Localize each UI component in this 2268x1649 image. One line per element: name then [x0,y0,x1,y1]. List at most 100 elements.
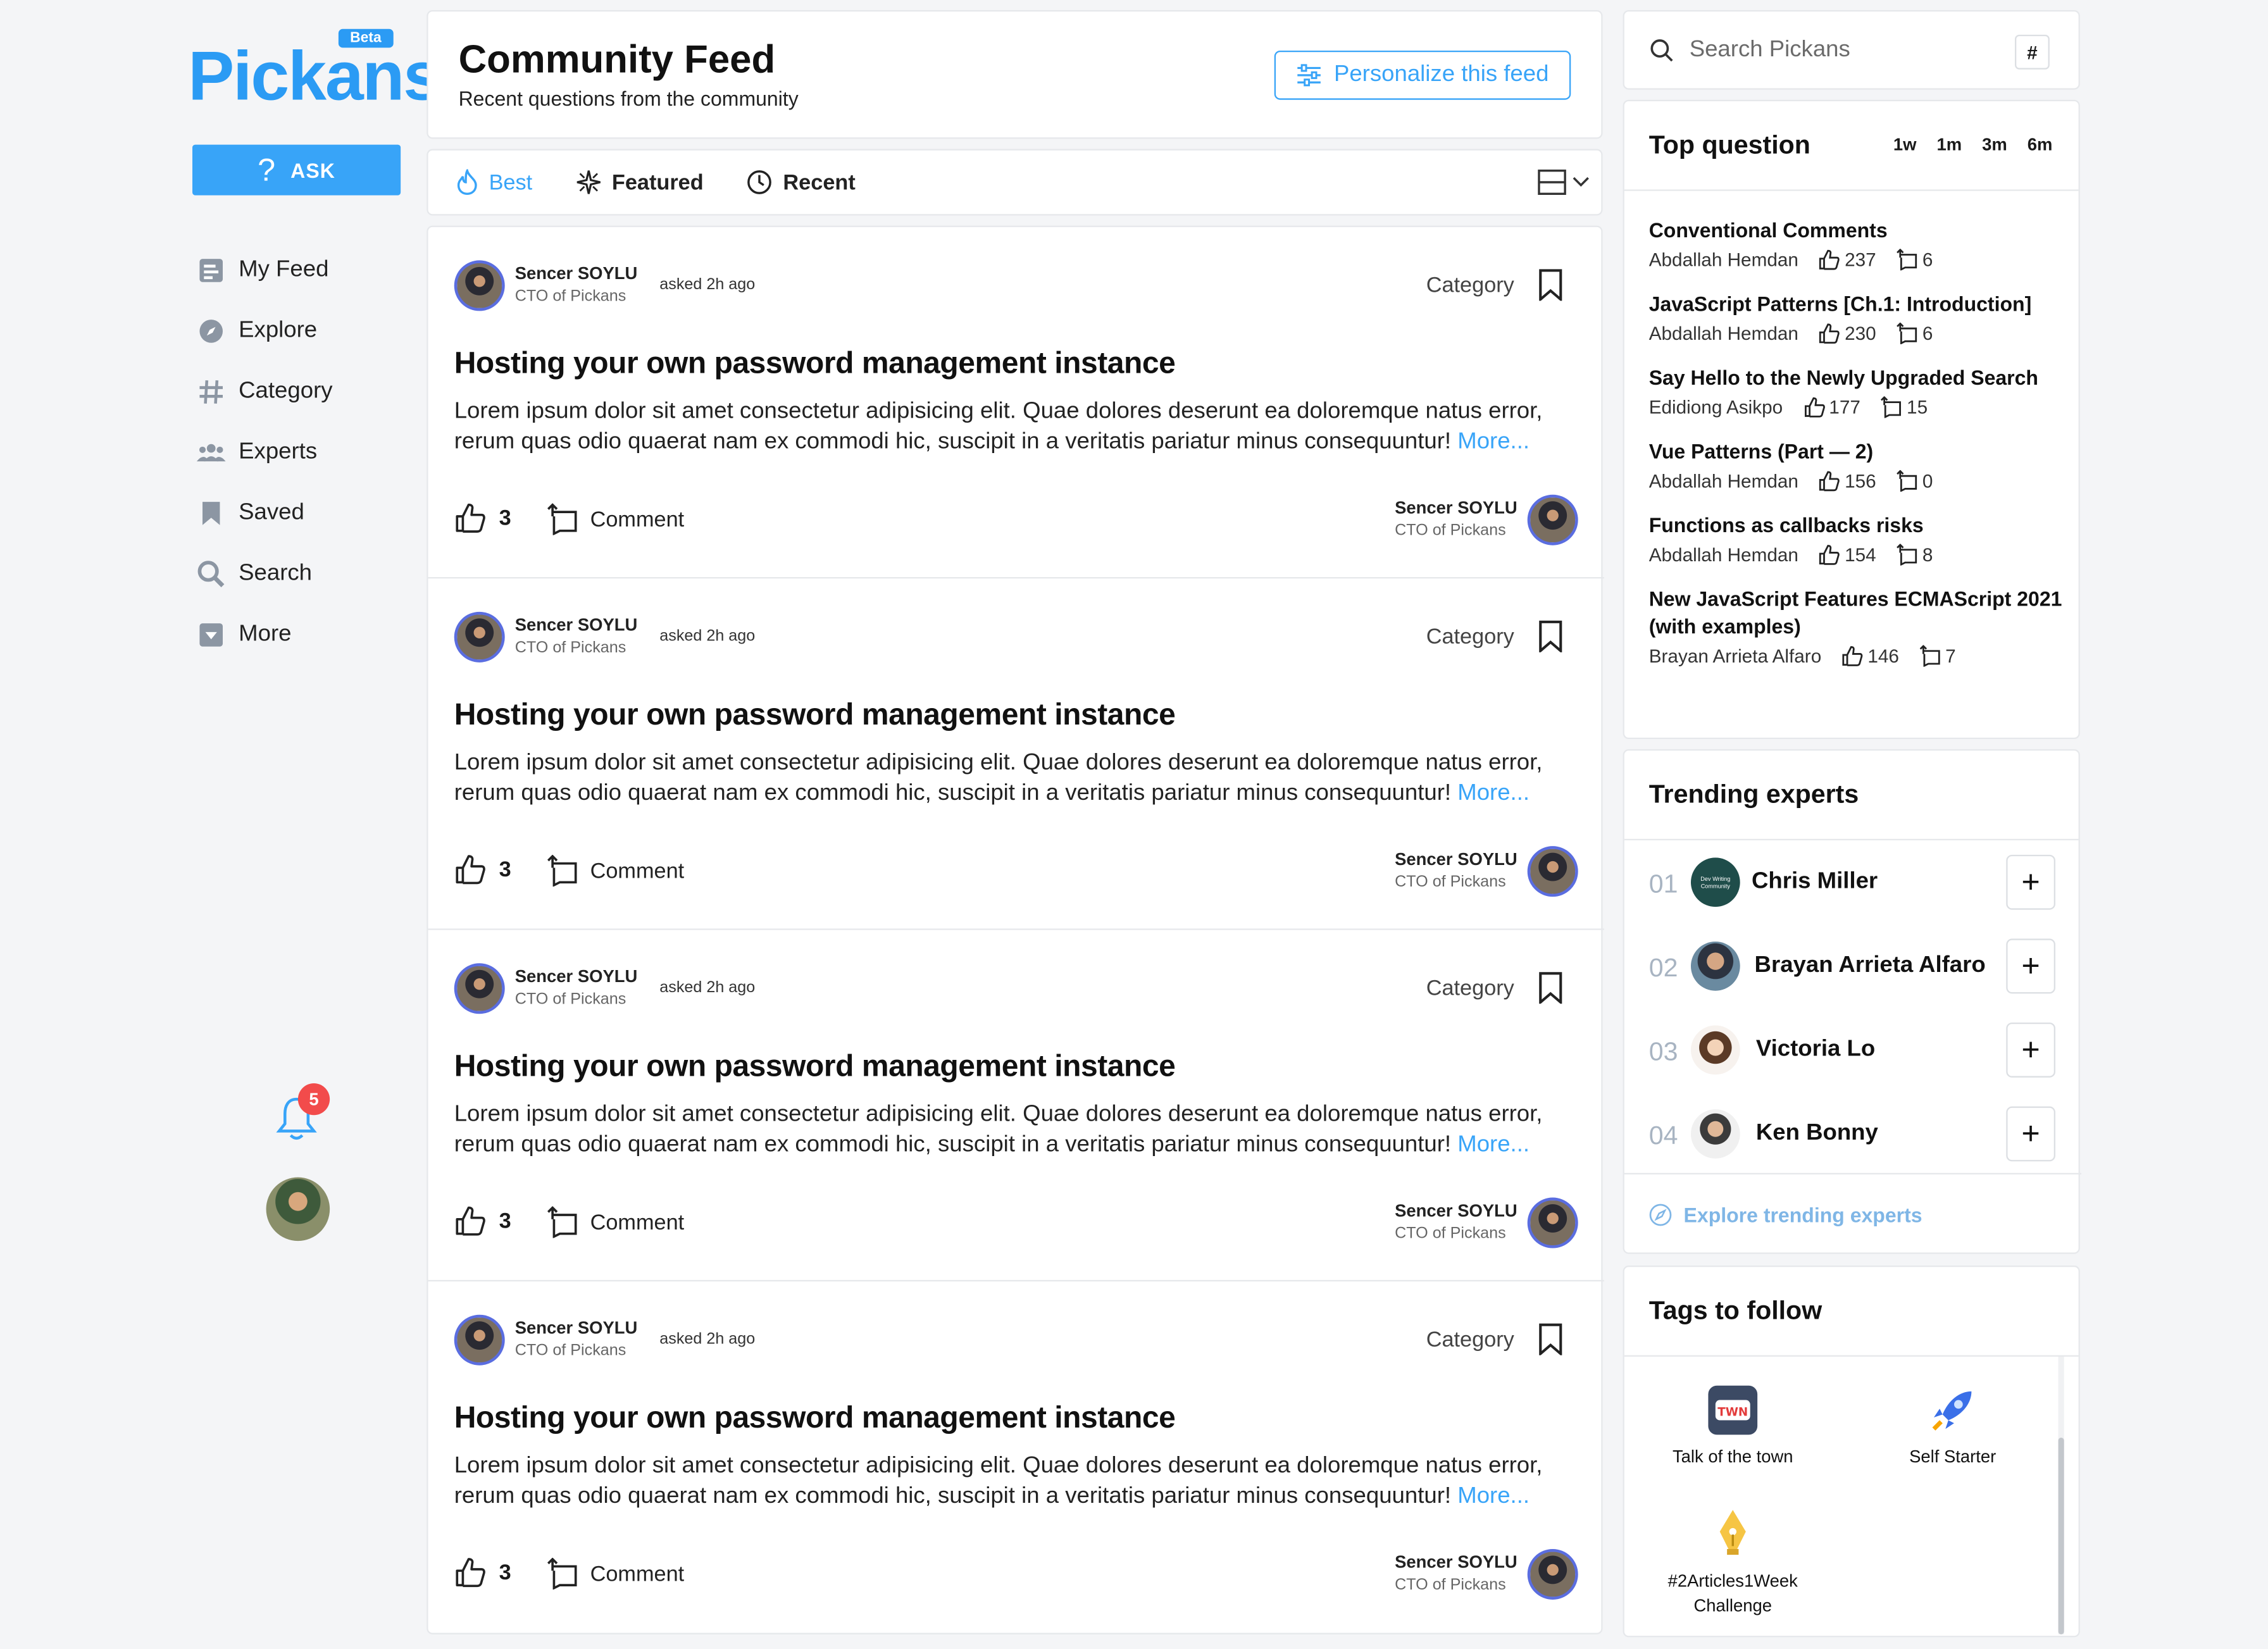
sidebar-item-search[interactable]: Search [197,544,333,604]
more-link[interactable]: More... [1457,430,1530,454]
question-title[interactable]: Vue Patterns (Part — 2) [1649,439,2069,466]
bookmark-button[interactable] [1538,1323,1564,1362]
question-title[interactable]: JavaScript Patterns [Ch.1: Introduction] [1649,290,2069,318]
pickans-logo[interactable]: Pickans Beta [188,23,442,116]
follow-expert-button[interactable]: + [2006,854,2055,910]
range-3m[interactable]: 3m [1982,135,2007,155]
question-author[interactable]: Abdallah Hemdan [1649,544,1798,565]
answerer-avatar[interactable] [1527,846,1578,897]
question-title[interactable]: Conventional Comments [1649,217,2069,244]
comment-button[interactable]: Comment [547,854,684,887]
post-body-text: Lorem ipsum dolor sit amet consectetur a… [454,1453,1543,1509]
category-link[interactable]: Category [1426,976,1514,1001]
layout-toggle-button[interactable] [1538,168,1590,197]
bookmark-button[interactable] [1538,972,1564,1011]
answerer-info[interactable]: Sencer SOYLU CTO of Pickans [1395,1200,1517,1242]
sidebar-item-category[interactable]: Category [197,361,333,422]
question-author[interactable]: Edidiong Asikpo [1649,396,1783,418]
author-name[interactable]: Sencer SOYLU [515,1317,638,1338]
author-avatar[interactable] [454,260,505,311]
more-link[interactable]: More... [1457,781,1530,806]
tag-item[interactable]: TWN Talk of the town [1639,1383,1827,1467]
category-link[interactable]: Category [1426,273,1514,298]
user-avatar[interactable] [266,1177,330,1241]
expert-avatar[interactable]: Dev Writing Community [1690,857,1740,907]
sidebar-item-my-feed[interactable]: My Feed [197,240,333,301]
author-avatar[interactable] [454,611,505,663]
panel-title: Top question [1648,130,1810,159]
personalize-feed-button[interactable]: Personalize this feed [1274,50,1571,100]
author-avatar[interactable] [454,963,505,1014]
expert-name[interactable]: Victoria Lo [1756,1037,1875,1063]
expert-name[interactable]: Chris Miller [1752,869,1878,895]
post-title[interactable]: Hosting your own password management ins… [454,1402,1176,1436]
range-1m[interactable]: 1m [1936,135,1962,155]
question-author[interactable]: Abdallah Hemdan [1649,249,1798,270]
expert-avatar[interactable] [1690,1109,1740,1159]
question-title[interactable]: Functions as callbacks risks [1649,512,2069,539]
post-title[interactable]: Hosting your own password management ins… [454,347,1176,382]
author-name[interactable]: Sencer SOYLU [515,614,638,635]
ask-button[interactable]: ? ASK [192,144,401,196]
tag-item[interactable]: Self Starter [1859,1383,2047,1467]
like-button[interactable]: 3 [454,854,511,885]
tab-best[interactable]: Best [456,169,532,195]
tags-scrollbar[interactable] [2058,1356,2064,1634]
question-author[interactable]: Abdallah Hemdan [1649,470,1798,492]
comment-button[interactable]: Comment [547,503,684,535]
sidebar-item-more[interactable]: More [197,604,333,665]
bookmark-button[interactable] [1538,620,1564,660]
tag-item[interactable]: #2Articles1Week Challenge [1639,1505,1827,1618]
asked-time: asked 2h ago [659,627,756,645]
expert-avatar[interactable] [1690,1025,1740,1075]
follow-expert-button[interactable]: + [2006,1022,2055,1078]
author-avatar[interactable] [454,1314,505,1366]
scrollbar-thumb[interactable] [2058,1437,2064,1634]
like-button[interactable]: 3 [454,502,511,533]
answer-count: 0 [1922,470,1933,492]
sidebar-item-label: Category [239,378,333,404]
follow-expert-button[interactable]: + [2006,1106,2055,1162]
comment-button[interactable]: Comment [547,1206,684,1238]
more-link[interactable]: More... [1457,1133,1530,1157]
follow-expert-button[interactable]: + [2006,938,2055,994]
range-6m[interactable]: 6m [2028,135,2053,155]
range-1w[interactable]: 1w [1893,135,1917,155]
sidebar-item-experts[interactable]: Experts [196,422,333,483]
answerer-info[interactable]: Sencer SOYLU CTO of Pickans [1395,1552,1517,1594]
category-link[interactable]: Category [1426,1328,1514,1352]
like-button[interactable]: 3 [454,1205,511,1236]
author-name[interactable]: Sencer SOYLU [515,263,638,283]
explore-trending-experts-link[interactable]: Explore trending experts [1624,1173,2082,1255]
answerer-name: Sencer SOYLU [1395,497,1517,518]
search-shortcut-key[interactable]: # [2014,34,2050,70]
sidebar-item-explore[interactable]: Explore [197,301,333,361]
question-title[interactable]: New JavaScript Features ECMAScript 2021 … [1649,586,2069,641]
expert-name[interactable]: Ken Bonny [1756,1121,1878,1147]
like-button[interactable]: 3 [454,1556,511,1588]
post-title[interactable]: Hosting your own password management ins… [454,699,1176,733]
bookmark-button[interactable] [1538,269,1564,308]
ask-label: ASK [290,158,336,182]
question-author[interactable]: Brayan Arrieta Alfaro [1649,645,1822,666]
answerer-avatar[interactable] [1527,1197,1578,1248]
tab-featured[interactable]: Featured [576,169,704,195]
expert-name[interactable]: Brayan Arrieta Alfaro [1755,953,1986,979]
comment-button[interactable]: Comment [547,1557,684,1590]
compass-icon [1649,1204,1672,1226]
answerer-avatar[interactable] [1527,494,1578,545]
more-link[interactable]: More... [1457,1484,1530,1509]
search-input[interactable] [1689,37,2008,63]
post-title[interactable]: Hosting your own password management ins… [454,1050,1176,1085]
author-name[interactable]: Sencer SOYLU [515,966,638,986]
answerer-info[interactable]: Sencer SOYLU CTO of Pickans [1395,497,1517,539]
tab-recent[interactable]: Recent [747,169,856,195]
trending-header: Trending experts [1624,750,2079,840]
expert-avatar[interactable] [1690,941,1740,991]
answerer-info[interactable]: Sencer SOYLU CTO of Pickans [1395,849,1517,891]
sidebar-item-saved[interactable]: Saved [197,483,333,544]
answerer-avatar[interactable] [1527,1548,1578,1600]
category-link[interactable]: Category [1426,625,1514,649]
question-author[interactable]: Abdallah Hemdan [1649,323,1798,344]
question-title[interactable]: Say Hello to the Newly Upgraded Search [1649,364,2069,392]
